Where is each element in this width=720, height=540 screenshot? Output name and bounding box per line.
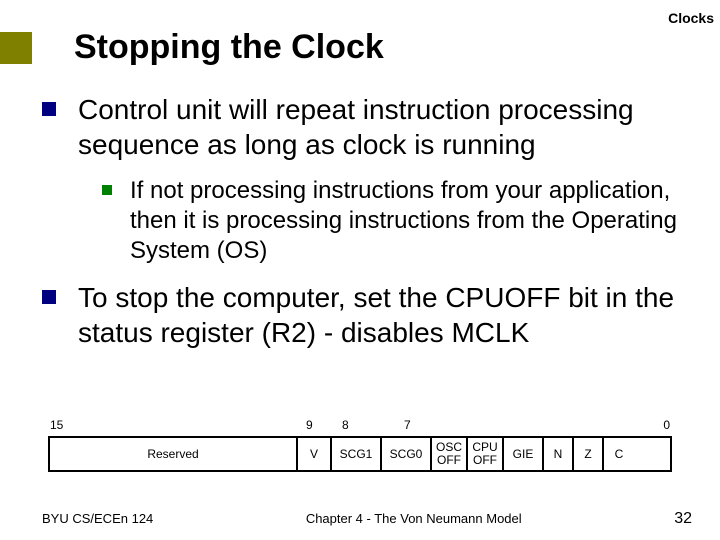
slide: Clocks Stopping the Clock Control unit w… (0, 0, 720, 540)
field-c: C (604, 438, 634, 470)
body-content: Control unit will repeat instruction pro… (42, 92, 692, 364)
field-reserved: Reserved (50, 438, 298, 470)
field-scg1: SCG1 (332, 438, 382, 470)
field-z: Z (574, 438, 604, 470)
title-accent-square (0, 32, 32, 64)
bit-index-row: 15 9 8 7 0 (48, 418, 672, 434)
title-row: Stopping the Clock (0, 28, 384, 67)
bit-label: 0 (663, 418, 670, 432)
bullet-text: To stop the computer, set the CPUOFF bit… (78, 280, 692, 350)
bit-label: 7 (404, 418, 411, 432)
field-scg0: SCG0 (382, 438, 432, 470)
field-n: N (544, 438, 574, 470)
footer: BYU CS/ECEn 124 Chapter 4 - The Von Neum… (42, 510, 692, 528)
bullet-level1: To stop the computer, set the CPUOFF bit… (42, 280, 692, 350)
square-bullet-icon (42, 102, 56, 116)
register-fields-row: Reserved V SCG1 SCG0 OSC OFF CPU OFF GIE… (48, 436, 672, 472)
square-bullet-icon (42, 290, 56, 304)
footer-center: Chapter 4 - The Von Neumann Model (306, 511, 522, 526)
bit-label: 9 (306, 418, 313, 432)
bullet-level1: Control unit will repeat instruction pro… (42, 92, 692, 162)
bullet-level2: If not processing instructions from your… (102, 176, 692, 266)
status-register-diagram: 15 9 8 7 0 Reserved V SCG1 SCG0 OSC OFF … (48, 418, 672, 472)
page-title: Stopping the Clock (74, 28, 384, 67)
square-bullet-icon (102, 185, 112, 195)
bullet-text: Control unit will repeat instruction pro… (78, 92, 692, 162)
bullet-text: If not processing instructions from your… (130, 176, 692, 266)
bit-label: 15 (50, 418, 63, 432)
bit-label: 8 (342, 418, 349, 432)
page-number: 32 (674, 510, 692, 528)
field-v: V (298, 438, 332, 470)
footer-left: BYU CS/ECEn 124 (42, 511, 153, 526)
field-cpuoff: CPU OFF (468, 438, 504, 470)
topic-label: Clocks (668, 10, 714, 26)
field-gie: GIE (504, 438, 544, 470)
field-oscoff: OSC OFF (432, 438, 468, 470)
